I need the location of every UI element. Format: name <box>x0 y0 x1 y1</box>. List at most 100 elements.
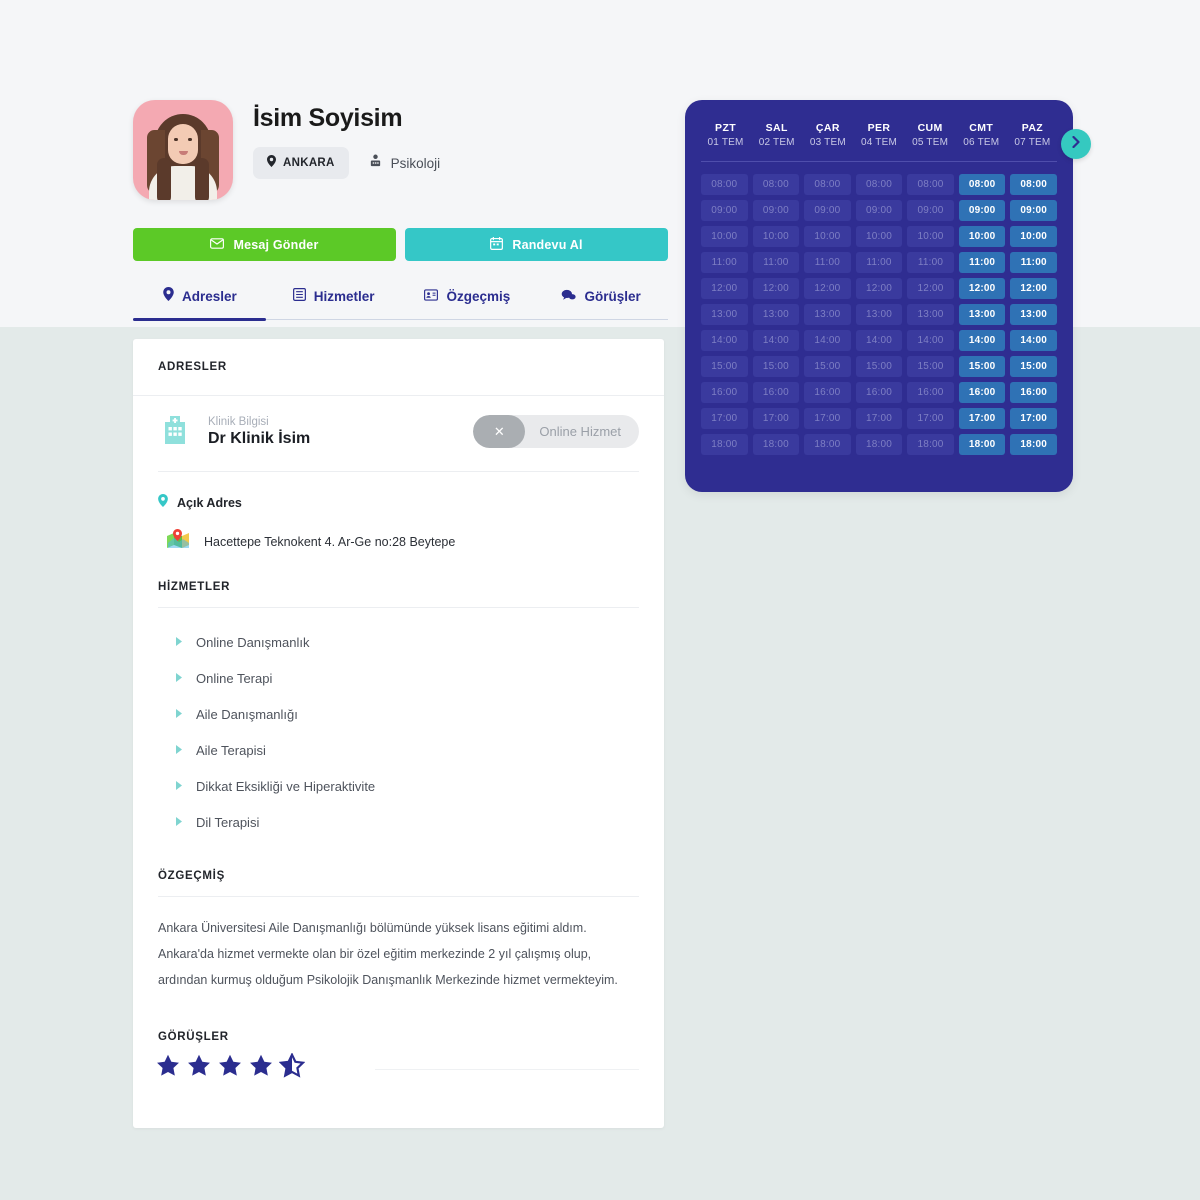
list-item[interactable]: Aile Danışmanlığı <box>158 696 639 732</box>
id-card-icon <box>424 288 439 306</box>
time-slot: 16:00 <box>804 382 851 403</box>
star-icon-filled <box>186 1053 212 1084</box>
time-slot: 17:00 <box>701 408 748 429</box>
list-item[interactable]: Online Danışmanlık <box>158 624 639 660</box>
list-item[interactable]: Aile Terapisi <box>158 732 639 768</box>
time-slot: 10:00 <box>907 226 954 247</box>
online-service-toggle[interactable]: ✕ Online Hizmet <box>473 415 639 448</box>
star-icon-filled <box>217 1053 243 1084</box>
reviews-row <box>133 1043 664 1084</box>
time-slot: 10:00 <box>855 226 903 247</box>
time-slot: 18:00 <box>855 434 903 455</box>
calendar-icon <box>490 236 504 253</box>
service-label: Aile Danışmanlığı <box>196 706 298 722</box>
time-slot[interactable]: 10:00 <box>1010 226 1057 247</box>
page-title: İsim Soyisim <box>253 104 403 132</box>
time-slot: 15:00 <box>701 356 748 377</box>
time-slot: 10:00 <box>701 226 748 247</box>
time-slot: 13:00 <box>752 304 800 325</box>
time-slot[interactable]: 18:00 <box>1010 434 1057 455</box>
clinic-info: Klinik Bilgisi Dr Klinik İsim <box>208 416 310 448</box>
time-slot[interactable]: 16:00 <box>1010 382 1057 403</box>
calendar-day-header[interactable]: PAZ 07 TEM <box>1010 122 1055 148</box>
availability-calendar: PZT 01 TEM SAL 02 TEM ÇAR 03 TEM PER 04 … <box>685 100 1073 492</box>
tab-hizmetler-label: Hizmetler <box>313 289 375 304</box>
time-slot[interactable]: 11:00 <box>958 252 1006 273</box>
time-slot[interactable]: 08:00 <box>958 174 1006 195</box>
time-slot: 11:00 <box>855 252 903 273</box>
tab-gorusler-label: Görüşler <box>584 289 641 304</box>
time-slot: 08:00 <box>804 174 851 195</box>
day-name: PAZ <box>1021 122 1044 134</box>
tab-hizmetler[interactable]: Hizmetler <box>267 287 401 319</box>
time-slot[interactable]: 08:00 <box>1010 174 1057 195</box>
list-item[interactable]: Dil Terapisi <box>158 804 639 840</box>
time-slot[interactable]: 11:00 <box>1010 252 1057 273</box>
book-appointment-button[interactable]: Randevu Al <box>405 228 668 261</box>
open-address-title: Açık Adres <box>177 496 242 510</box>
next-week-button[interactable] <box>1061 129 1091 159</box>
time-slot: 18:00 <box>752 434 800 455</box>
time-slot: 12:00 <box>701 278 748 299</box>
time-slot[interactable]: 12:00 <box>958 278 1006 299</box>
calendar-day-header[interactable]: PZT 01 TEM <box>703 122 748 148</box>
time-slot: 16:00 <box>701 382 748 403</box>
time-slot: 09:00 <box>701 200 748 221</box>
send-message-label: Mesaj Gönder <box>233 237 319 252</box>
star-icon-filled <box>155 1053 181 1084</box>
list-item[interactable]: Dikkat Eksikliği ve Hiperaktivite <box>158 768 639 804</box>
services-header: HİZMETLER <box>133 555 664 607</box>
chevron-right-icon <box>176 633 182 651</box>
list-item[interactable]: Online Terapi <box>158 660 639 696</box>
calendar-day-header[interactable]: CUM 05 TEM <box>908 122 953 148</box>
time-slot[interactable]: 10:00 <box>958 226 1006 247</box>
time-slot[interactable]: 17:00 <box>1010 408 1057 429</box>
time-slot: 09:00 <box>752 200 800 221</box>
time-slot[interactable]: 15:00 <box>958 356 1006 377</box>
time-slot: 15:00 <box>804 356 851 377</box>
time-slot[interactable]: 09:00 <box>958 200 1006 221</box>
time-slot: 17:00 <box>907 408 954 429</box>
time-slot: 17:00 <box>752 408 800 429</box>
day-name: CMT <box>969 122 994 134</box>
time-slot[interactable]: 17:00 <box>958 408 1006 429</box>
star-icon-half <box>278 1052 306 1084</box>
rating-stars[interactable] <box>155 1052 306 1084</box>
time-slot[interactable]: 13:00 <box>958 304 1006 325</box>
time-slot: 11:00 <box>701 252 748 273</box>
calendar-day-header[interactable]: PER 04 TEM <box>856 122 901 148</box>
chevron-right-icon <box>176 705 182 723</box>
day-name: CUM <box>917 122 943 134</box>
time-slot[interactable]: 18:00 <box>958 434 1006 455</box>
time-slot[interactable]: 12:00 <box>1010 278 1057 299</box>
addresses-card-header: ADRESLER <box>133 339 664 396</box>
location-chip-label: ANKARA <box>283 157 335 169</box>
map-icon <box>166 528 190 555</box>
service-label: Aile Terapisi <box>196 742 266 758</box>
time-slot: 10:00 <box>804 226 851 247</box>
calendar-day-header[interactable]: ÇAR 03 TEM <box>805 122 850 148</box>
calendar-day-header[interactable]: SAL 02 TEM <box>754 122 799 148</box>
time-slot: 13:00 <box>804 304 851 325</box>
calendar-slot-grid: 08:00 08:00 08:00 08:00 08:00 08:00 08:00 09:00… <box>701 174 1057 455</box>
time-slot: 15:00 <box>752 356 800 377</box>
day-name: ÇAR <box>815 122 840 134</box>
specialty-label: Psikoloji <box>390 155 441 171</box>
day-date: 01 TEM <box>707 137 744 148</box>
time-slot[interactable]: 09:00 <box>1010 200 1057 221</box>
calendar-day-header[interactable]: CMT 06 TEM <box>959 122 1004 148</box>
time-slot: 15:00 <box>855 356 903 377</box>
time-slot[interactable]: 14:00 <box>958 330 1006 351</box>
tab-adresler[interactable]: Adresler <box>133 287 267 319</box>
tab-ozgecmis[interactable]: Özgeçmiş <box>401 287 535 319</box>
time-slot[interactable]: 15:00 <box>1010 356 1057 377</box>
day-name: PER <box>867 122 891 134</box>
time-slot[interactable]: 13:00 <box>1010 304 1057 325</box>
time-slot[interactable]: 14:00 <box>1010 330 1057 351</box>
time-slot[interactable]: 16:00 <box>958 382 1006 403</box>
profile-column: İsim Soyisim ANKARA Psikoloji Mesaj Gönd… <box>133 100 668 1128</box>
tab-gorusler[interactable]: Görüşler <box>534 287 668 319</box>
send-message-button[interactable]: Mesaj Gönder <box>133 228 396 261</box>
location-chip[interactable]: ANKARA <box>253 147 349 179</box>
time-slot: 18:00 <box>907 434 954 455</box>
